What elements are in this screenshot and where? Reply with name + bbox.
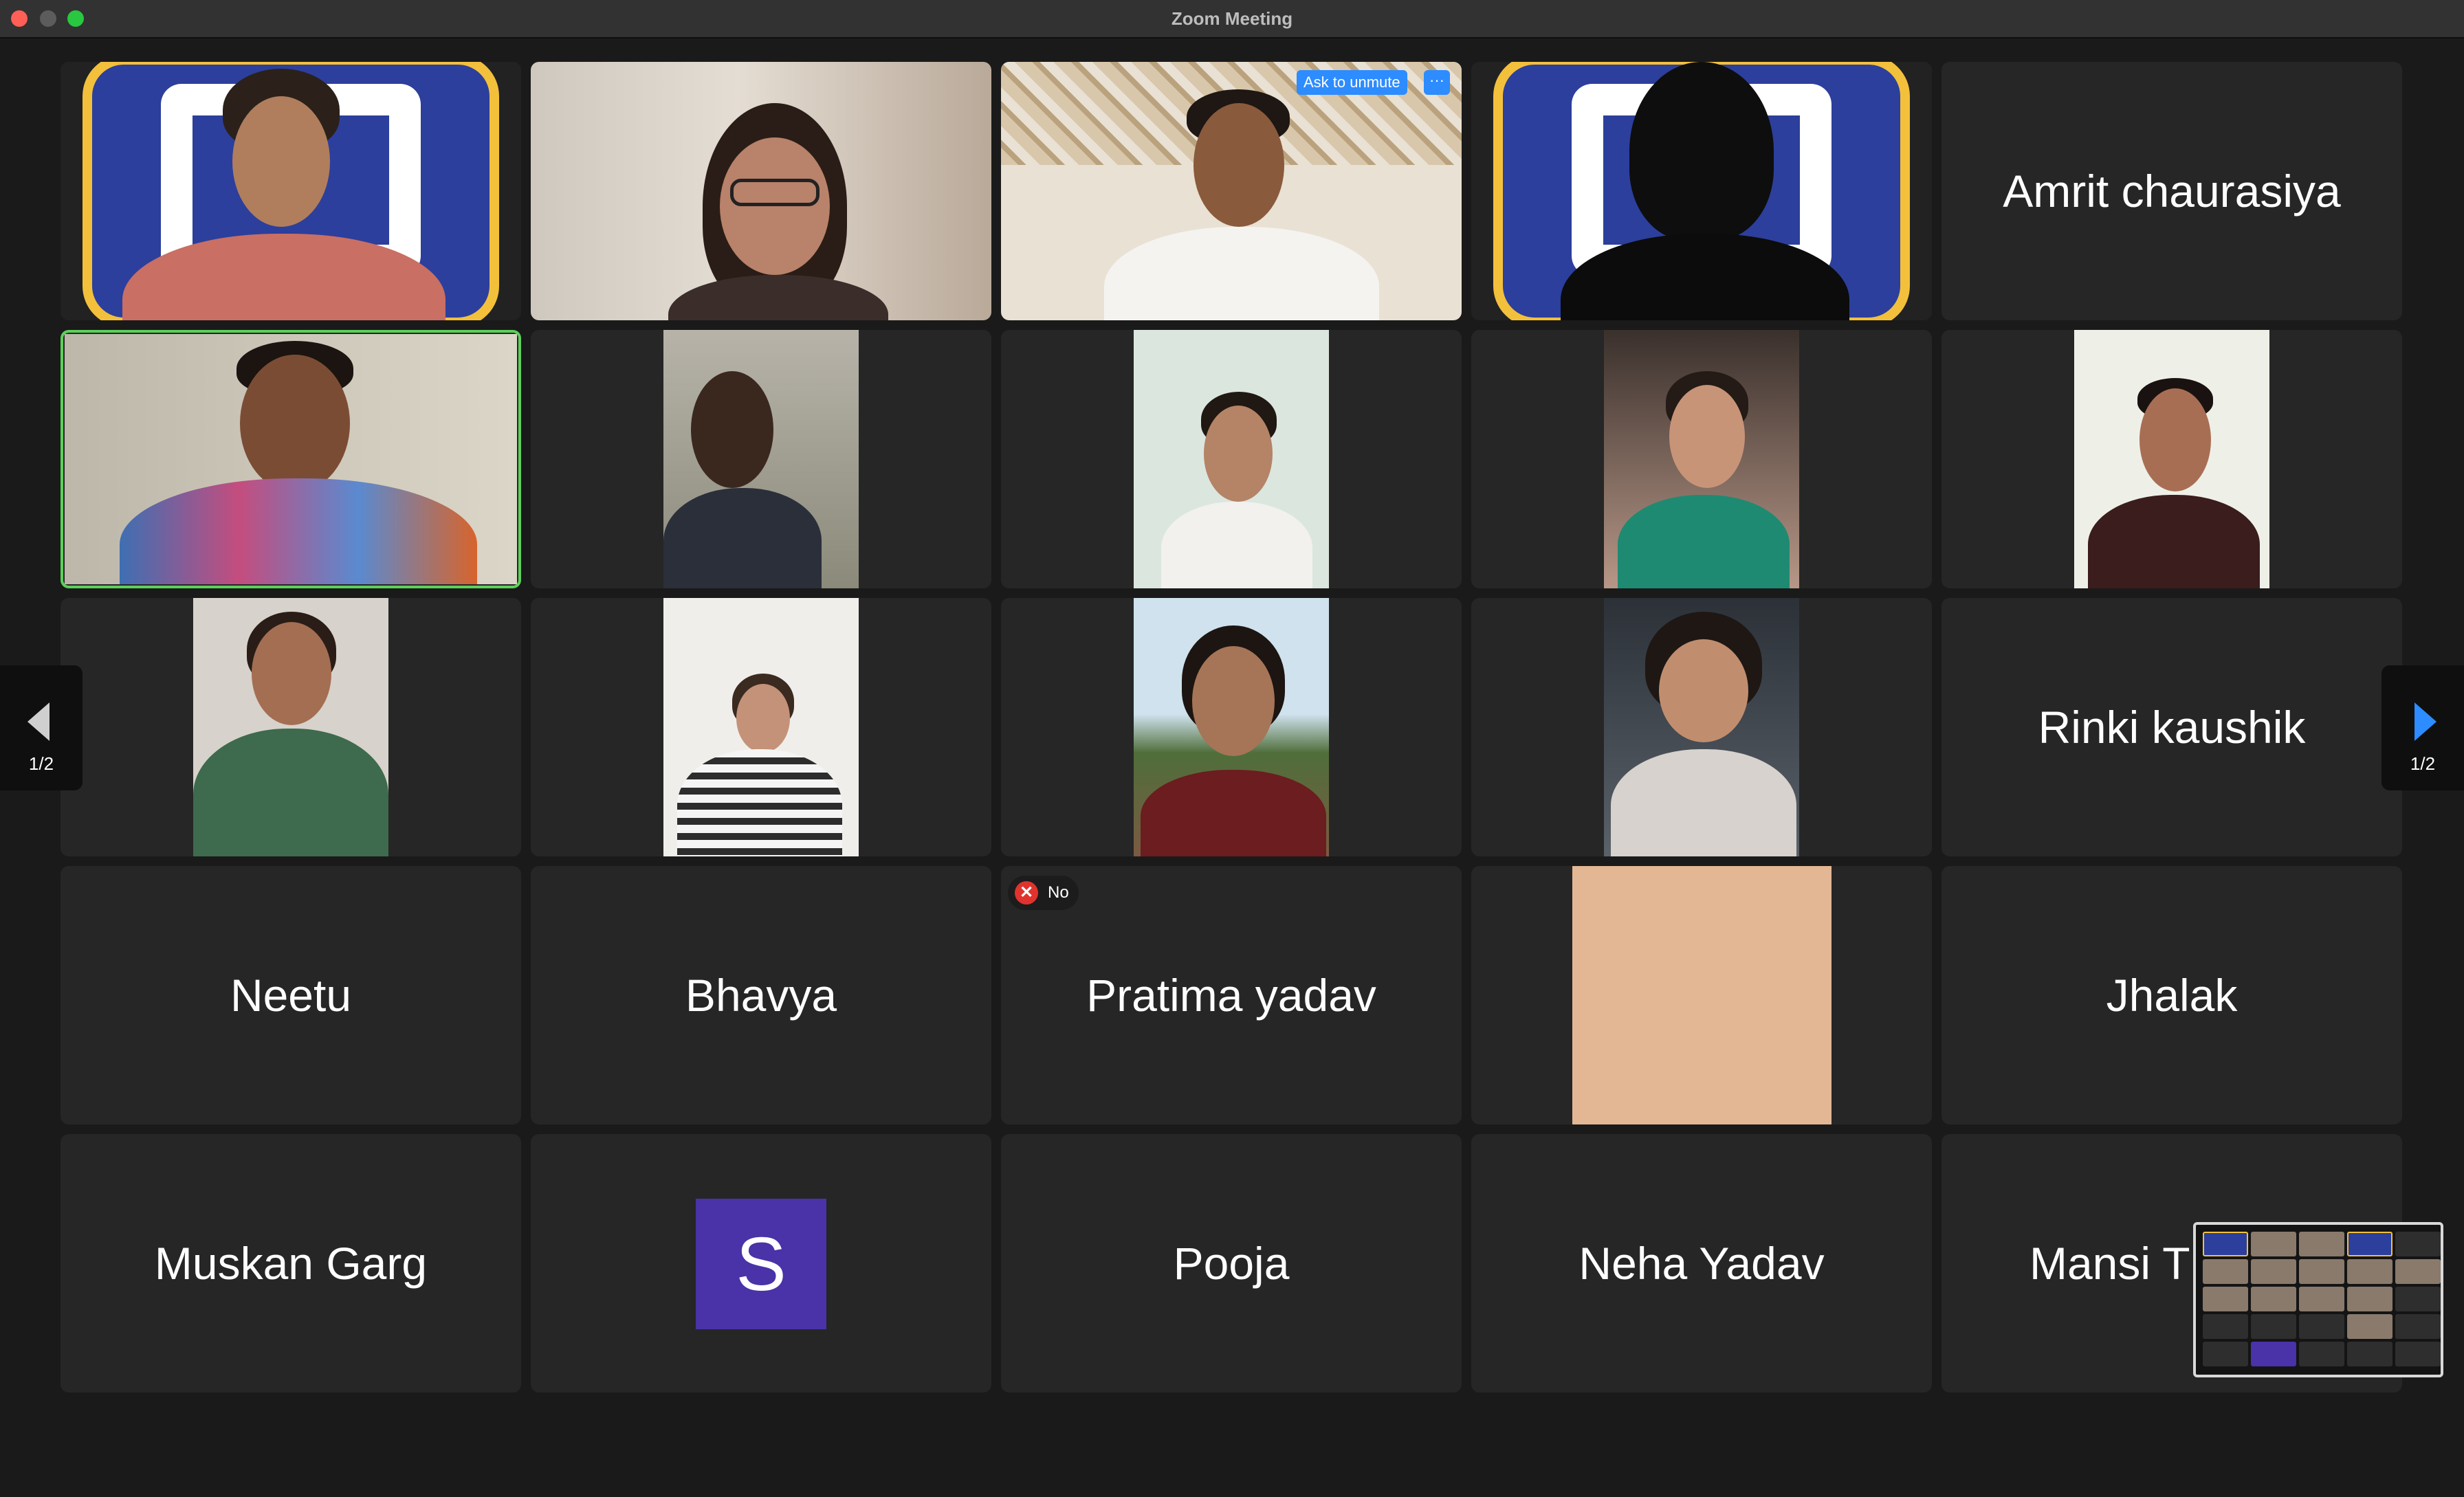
participant-tile[interactable]: Ask to unmute ··· — [1001, 62, 1462, 320]
participant-name: Rinki kaushik — [2038, 702, 2306, 753]
window-title: Zoom Meeting — [1171, 8, 1293, 29]
participant-video — [1604, 330, 1799, 588]
participant-video — [2074, 330, 2269, 588]
page-indicator: 1/2 — [28, 753, 54, 774]
participant-tile[interactable]: ✕ No Pratima yadav — [1001, 866, 1462, 1124]
participant-name: Pratima yadav — [1086, 970, 1376, 1021]
participant-video — [1134, 330, 1329, 588]
participant-video — [65, 334, 517, 584]
chevron-left-icon — [28, 702, 50, 741]
participant-video — [1471, 62, 1932, 320]
participant-video — [663, 598, 859, 856]
participant-tile[interactable] — [1471, 330, 1932, 588]
participant-tile[interactable]: Muskan Garg — [60, 1134, 521, 1393]
participant-tile[interactable]: Pooja — [1001, 1134, 1462, 1393]
participant-tile[interactable]: S — [531, 1134, 991, 1393]
participant-tile[interactable]: Bhavya — [531, 866, 991, 1124]
chevron-right-icon — [2414, 702, 2436, 741]
participant-video — [531, 62, 991, 320]
participant-name: Amrit chaurasiya — [2003, 166, 2341, 217]
participant-name: Neha Yadav — [1578, 1238, 1825, 1289]
participant-video — [663, 330, 859, 588]
page-indicator: 1/2 — [2410, 753, 2436, 774]
participant-tile[interactable]: Neetu — [60, 866, 521, 1124]
more-options-button[interactable]: ··· — [1424, 70, 1450, 95]
participant-tile[interactable]: Rinki kaushik — [1942, 598, 2402, 856]
participant-avatar: S — [696, 1199, 826, 1329]
participant-tile[interactable]: Neha Yadav — [1471, 1134, 1932, 1393]
participant-name: Bhavya — [685, 970, 837, 1021]
participant-name: Neetu — [230, 970, 352, 1021]
participant-tile[interactable] — [1471, 62, 1932, 320]
gallery-minimap[interactable] — [2193, 1222, 2443, 1377]
participant-name: Muskan Garg — [154, 1238, 428, 1289]
participant-tile[interactable]: Amrit chaurasiya — [1942, 62, 2402, 320]
participant-tile[interactable] — [60, 62, 521, 320]
participant-tile[interactable] — [1471, 598, 1932, 856]
participant-tile[interactable] — [1471, 866, 1932, 1124]
participant-tile-active-speaker[interactable] — [60, 330, 521, 588]
next-page-button[interactable]: 1/2 — [2382, 665, 2464, 790]
participant-tile[interactable] — [1001, 330, 1462, 588]
participant-tile[interactable] — [60, 598, 521, 856]
participant-name: Jhalak — [2106, 970, 2238, 1021]
participant-video — [1572, 866, 1832, 1124]
participant-tile[interactable] — [531, 62, 991, 320]
participant-name: Pooja — [1173, 1238, 1290, 1289]
participant-tile[interactable] — [531, 330, 991, 588]
participant-tile[interactable] — [1001, 598, 1462, 856]
participant-video — [60, 62, 521, 320]
participant-video — [1134, 598, 1329, 856]
window-titlebar: Zoom Meeting — [0, 0, 2464, 38]
previous-page-button[interactable]: 1/2 — [0, 665, 82, 790]
participant-tile[interactable] — [531, 598, 991, 856]
participant-video — [193, 598, 388, 856]
participant-video — [1604, 598, 1799, 856]
ask-to-unmute-button[interactable]: Ask to unmute — [1297, 70, 1407, 95]
participant-tile[interactable]: Jhalak — [1942, 866, 2402, 1124]
participant-tile[interactable] — [1942, 330, 2402, 588]
participant-video — [1001, 62, 1462, 320]
